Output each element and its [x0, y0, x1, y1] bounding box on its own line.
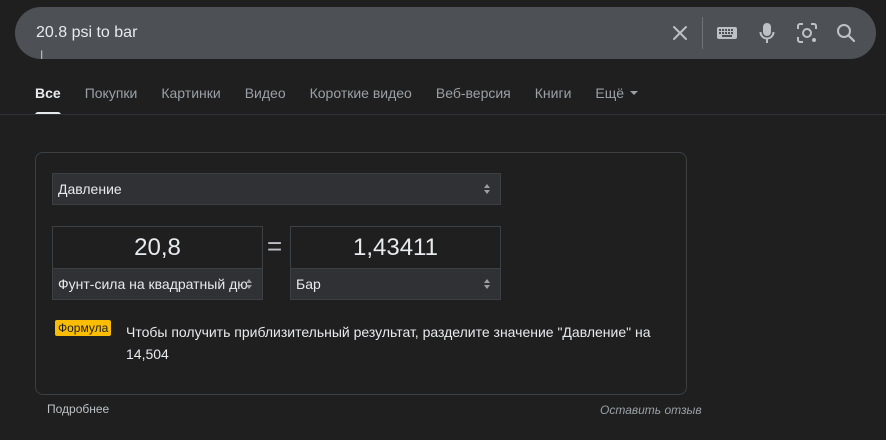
search-input[interactable]: 20.8 psi to bar [36, 22, 137, 44]
microphone-icon[interactable] [754, 20, 780, 46]
keyboard-icon[interactable] [714, 20, 740, 46]
updown-arrows-icon [246, 279, 252, 289]
from-unit-select[interactable]: Фунт-сила на квадратный дюйм [52, 268, 263, 300]
tab-more[interactable]: Ещё [595, 83, 639, 115]
search-tabs: Все Покупки Картинки Видео Короткие виде… [35, 83, 662, 115]
tab-shopping[interactable]: Покупки [85, 83, 138, 115]
category-select[interactable]: Давление [52, 173, 501, 205]
formula-badge: Формула [55, 320, 112, 336]
chevron-down-icon [630, 91, 639, 96]
to-value-input[interactable]: 1,43411 [290, 226, 501, 269]
tabs-divider [0, 114, 886, 115]
search-bar-divider [702, 17, 703, 49]
from-value: 20,8 [134, 233, 181, 261]
tab-more-label: Ещё [595, 85, 625, 101]
search-icon[interactable] [833, 20, 859, 46]
lens-camera-icon[interactable] [794, 20, 820, 46]
from-unit-label: Фунт-сила на квадратный дюйм [58, 276, 248, 292]
more-info-link[interactable]: Подробнее [47, 402, 109, 416]
from-value-input[interactable]: 20,8 [52, 226, 263, 269]
unit-converter-card: Давление 20,8 = 1,43411 Фунт-сила на ква… [35, 152, 687, 395]
tab-all[interactable]: Все [35, 83, 61, 115]
equals-sign: = [267, 231, 283, 261]
updown-arrows-icon [484, 279, 490, 289]
to-unit-select[interactable]: Бар [290, 268, 501, 300]
search-bar[interactable]: 20.8 psi to bar [15, 7, 876, 59]
close-icon[interactable] [667, 20, 693, 46]
text-cursor-icon: I [40, 48, 44, 62]
tab-short-videos[interactable]: Короткие видео [310, 83, 412, 115]
tab-images[interactable]: Картинки [161, 83, 220, 115]
category-select-label: Давление [58, 181, 122, 197]
tab-videos[interactable]: Видео [245, 83, 286, 115]
updown-arrows-icon [484, 184, 490, 194]
tab-web[interactable]: Веб-версия [436, 83, 511, 115]
tab-books[interactable]: Книги [535, 83, 572, 115]
to-value: 1,43411 [353, 233, 438, 261]
formula-text: Чтобы получить приблизительный результат… [126, 324, 651, 362]
to-unit-label: Бар [296, 276, 321, 292]
feedback-link[interactable]: Оставить отзыв [600, 403, 702, 417]
